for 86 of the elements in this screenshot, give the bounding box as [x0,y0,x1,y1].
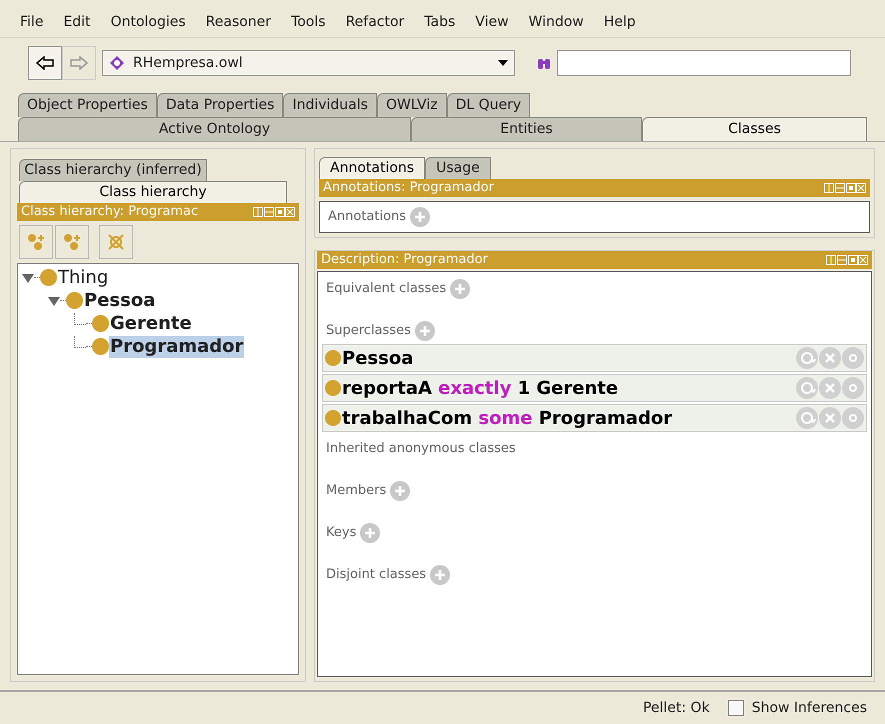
delete-class-button[interactable] [99,225,133,259]
dropdown-caret-icon [498,60,508,66]
class-expression-row[interactable]: Pessoa [322,344,867,372]
edit-icon[interactable] [842,407,864,429]
binoculars-icon [536,56,551,70]
tab[interactable]: Class hierarchy (inferred) [19,159,207,181]
section-label: Members [326,482,386,500]
right-arrow-icon [70,56,88,70]
class-expression-row[interactable]: trabalhaCom some Programador [322,404,867,432]
section-label: Superclasses [326,322,411,340]
class-icon [66,292,83,309]
view-controls-icon[interactable] [824,183,866,193]
reasoner-status: Pellet: Ok [642,698,710,718]
tab[interactable]: Individuals [283,93,377,117]
panel-title: Description: Programador [321,251,489,270]
delete-icon[interactable] [819,407,841,429]
sibling-icon [62,232,82,252]
expanded-triangle-icon[interactable] [22,272,34,284]
add-icon[interactable] [430,565,450,585]
class-expression: reportaA exactly 1 Gerente [342,376,620,400]
add-icon[interactable] [390,481,410,501]
menu-item[interactable]: Tools [283,12,334,33]
class-expression-row[interactable]: reportaA exactly 1 Gerente [322,374,867,402]
delete-class-icon [106,232,126,252]
class-icon [325,410,341,426]
left-arrow-icon [36,56,54,70]
tab[interactable]: Annotations [319,157,426,179]
annotate-icon[interactable] [796,347,818,369]
section-label: Disjoint classes [326,566,426,584]
panel-title: Annotations: Programador [323,179,495,198]
back-button[interactable] [28,46,62,80]
menu-item[interactable]: File [12,12,52,33]
section-label: Equivalent classes [326,280,446,298]
view-controls-icon[interactable] [253,207,295,217]
checkbox-label: Show Inferences [752,698,867,718]
view-controls-icon[interactable] [826,255,868,265]
ontology-icon [109,55,125,71]
menu-item[interactable]: Refactor [338,12,412,33]
class-icon [325,350,341,366]
add-sibling-button[interactable] [55,225,89,259]
ontology-dropdown[interactable]: RHempresa.owl [102,50,515,76]
tab[interactable]: Entities [411,117,642,141]
class-icon [92,315,109,332]
menu-item[interactable]: Edit [55,12,99,33]
tab[interactable]: Usage [425,157,491,179]
menu-item[interactable]: Help [596,12,644,33]
edit-icon[interactable] [842,347,864,369]
edit-icon[interactable] [842,377,864,399]
tab[interactable]: Data Properties [156,93,284,117]
section-label: Annotations [328,208,406,226]
class-expression: Pessoa [342,346,414,370]
delete-icon[interactable] [819,377,841,399]
menu-item[interactable]: View [467,12,517,33]
tab[interactable]: Class hierarchy [19,181,287,203]
tab[interactable]: Object Properties [18,93,157,117]
menu-item[interactable]: Window [520,12,592,33]
delete-icon[interactable] [819,347,841,369]
add-icon[interactable] [414,321,435,341]
panel-title: Class hierarchy: Programac [21,203,200,222]
tree-item[interactable]: Gerente [109,312,193,334]
add-subclass-button[interactable] [19,225,53,259]
add-icon[interactable] [410,207,430,227]
tab[interactable]: OWLViz [376,93,447,117]
tab[interactable]: Active Ontology [18,117,411,141]
show-inferences-checkbox[interactable] [728,700,744,716]
add-icon[interactable] [360,523,380,543]
section-label: Keys [326,524,356,542]
menu-item[interactable]: Reasoner [198,12,280,33]
menu-item[interactable]: Ontologies [102,12,194,33]
tab[interactable]: Classes [642,117,867,141]
tree-item[interactable]: Programador [109,336,244,358]
class-icon [92,338,109,355]
class-icon [40,269,57,286]
subclass-icon [26,232,46,252]
tree-item[interactable]: Pessoa [83,290,156,312]
tab[interactable]: DL Query [446,93,530,117]
class-icon [325,380,341,396]
annotate-icon[interactable] [796,407,818,429]
class-expression: trabalhaCom some Programador [342,406,674,430]
tree-item[interactable]: Thing [57,266,110,288]
section-label: Inherited anonymous classes [326,440,516,458]
add-icon[interactable] [450,279,470,299]
annotate-icon[interactable] [796,377,818,399]
expanded-triangle-icon[interactable] [48,294,60,306]
search-field[interactable] [556,50,851,76]
menu-item[interactable]: Tabs [416,12,464,33]
